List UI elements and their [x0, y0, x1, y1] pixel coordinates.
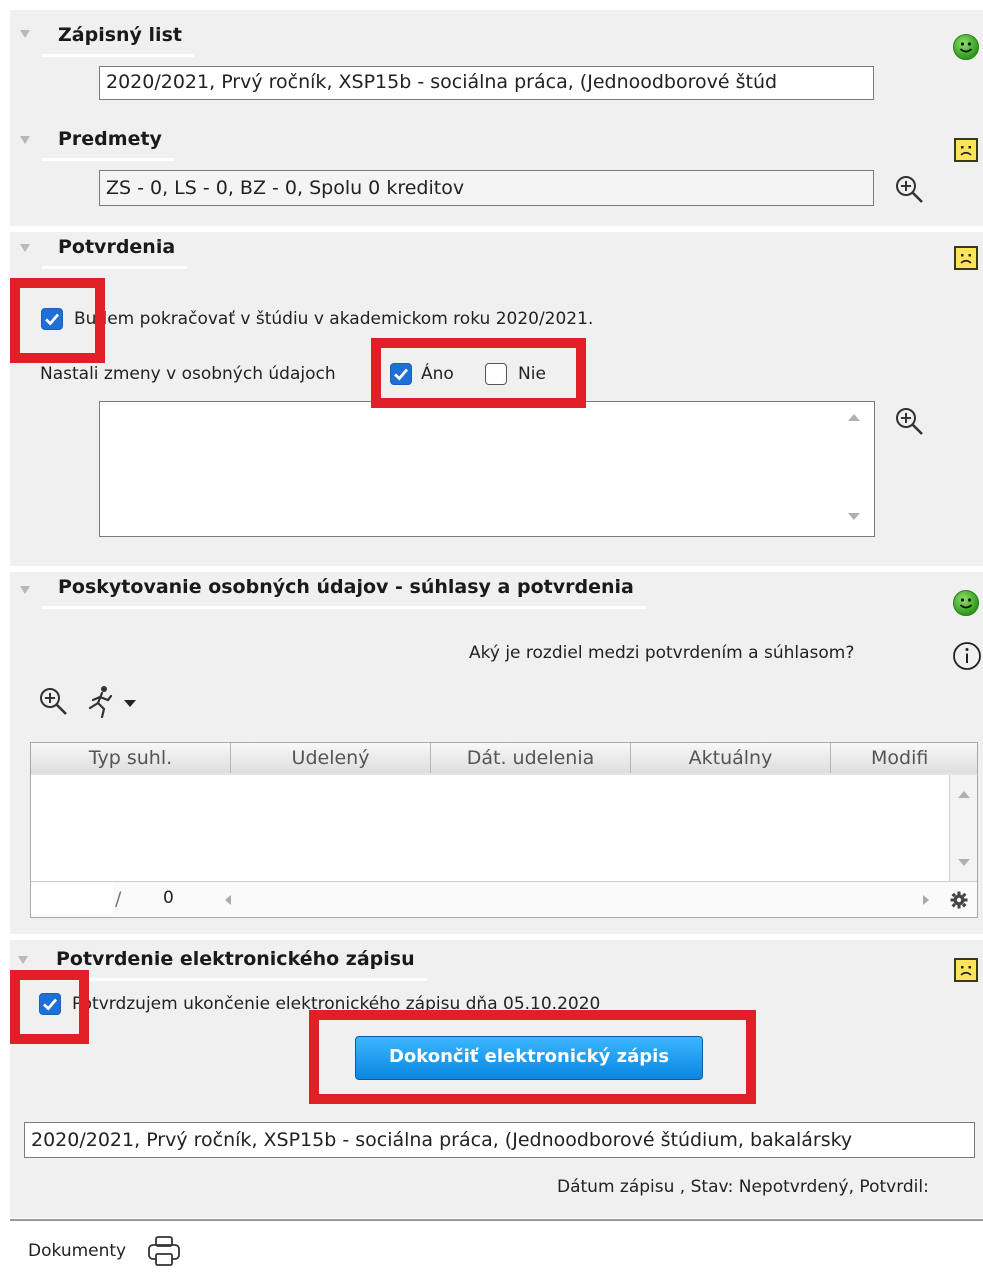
zmeny-textarea[interactable]: [99, 401, 875, 537]
zapis-summary-field[interactable]: 2020/2021, Prvý ročník, XSP15b - sociáln…: [24, 1122, 975, 1158]
highlight-ano-nie: [371, 338, 586, 408]
column-header[interactable]: Aktuálny: [631, 743, 831, 773]
consent-table: Typ suhl. Udelený Dát. udelenia Aktuálny Mod…: [30, 742, 978, 918]
collapse-zapisny-list-icon[interactable]: [20, 30, 30, 38]
section-title-predmety: Predmety: [42, 126, 174, 161]
scroll-left-icon[interactable]: [225, 895, 231, 905]
gear-icon[interactable]: [949, 890, 969, 914]
zapisny-list-field[interactable]: 2020/2021, Prvý ročník, XSP15b - sociáln…: [99, 66, 874, 100]
smiley-sad-icon: [954, 138, 978, 162]
zoom-in-icon[interactable]: [894, 174, 926, 208]
pager-separator: /: [115, 888, 122, 910]
table-vertical-scrollbar[interactable]: [949, 775, 977, 881]
table-header: Typ suhl. Udelený Dát. udelenia Aktuálny Mod…: [31, 743, 977, 776]
highlight-dokoncit-button: [309, 1010, 756, 1104]
table-scroll-down-icon[interactable]: [958, 859, 970, 866]
section-title-potvrdenia: Potvrdenia: [42, 234, 188, 269]
section-title-zapisny-list: Zápisný list: [42, 22, 194, 57]
collapse-elektronicky-zapis-icon[interactable]: [18, 956, 28, 964]
dokumenty-label[interactable]: Dokumenty: [28, 1241, 126, 1261]
predmety-field[interactable]: ZS - 0, LS - 0, BZ - 0, Spolu 0 kreditov: [99, 170, 874, 206]
running-man-icon[interactable]: [84, 684, 140, 722]
zapis-status-text: Dátum zápisu , Stav: Nepotvrdený, Potvrd…: [557, 1177, 929, 1197]
collapse-predmety-icon[interactable]: [20, 136, 30, 144]
smiley-happy-icon: [953, 34, 979, 60]
table-scroll-up-icon[interactable]: [958, 791, 970, 798]
pager-total: 0: [163, 888, 174, 908]
column-header[interactable]: Udelený: [231, 743, 431, 773]
zmeny-label: Nastali zmeny v osobných údajoch: [40, 364, 336, 384]
footer-divider: [10, 1219, 983, 1221]
smiley-sad-icon: [954, 246, 978, 270]
highlight-pokracovat-checkbox: [10, 278, 105, 363]
collapse-poskytovanie-icon[interactable]: [20, 586, 30, 594]
info-icon[interactable]: [952, 641, 982, 675]
textarea-scroll-down-icon[interactable]: [848, 513, 860, 520]
section-title-elektronicky-zapis: Potvrdenie elektronického zápisu: [40, 946, 427, 981]
collapse-potvrdenia-icon[interactable]: [20, 244, 30, 252]
zoom-in-icon[interactable]: [894, 406, 926, 440]
smiley-happy-icon: [953, 590, 979, 616]
textarea-scroll-up-icon[interactable]: [848, 414, 860, 421]
rozdiel-question-link[interactable]: Aký je rozdiel medzi potvrdením a súhlas…: [469, 643, 854, 663]
section-title-poskytovanie: Poskytovanie osobných údajov - súhlasy a…: [42, 574, 646, 609]
table-body: [31, 775, 951, 881]
zoom-in-icon[interactable]: [38, 686, 70, 720]
pager-current-input[interactable]: [31, 884, 113, 914]
column-header[interactable]: Typ suhl.: [31, 743, 231, 773]
highlight-ukoncenie-checkbox: [10, 970, 89, 1044]
column-header[interactable]: Dát. udelenia: [431, 743, 631, 773]
scroll-right-icon[interactable]: [923, 895, 929, 905]
table-pager: / 0: [31, 881, 977, 917]
pokracovat-label: Budem pokračovať v štúdiu v akademickom …: [74, 309, 594, 329]
printer-icon[interactable]: [146, 1234, 182, 1272]
smiley-sad-icon: [954, 958, 978, 982]
column-header[interactable]: Modifi: [831, 743, 977, 773]
